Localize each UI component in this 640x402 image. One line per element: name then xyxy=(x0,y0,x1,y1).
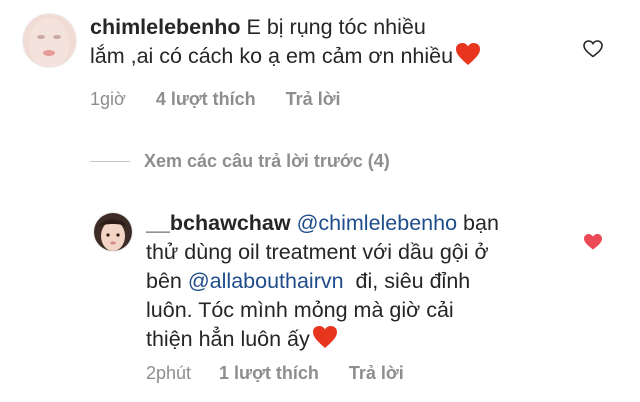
reply-line-2: thử dùng oil treatment với dầu gội ở xyxy=(146,240,489,264)
reply-mention-user[interactable]: @chimlelebenho xyxy=(297,211,457,235)
reply-text-part3: đi, siêu đỉnh xyxy=(343,269,471,293)
red-heart-emoji-icon xyxy=(455,42,481,74)
reply-line-3: bên @allabouthairvn đi, siêu đỉnh xyxy=(146,267,566,296)
reply-likes-count[interactable]: 1 lượt thích xyxy=(219,363,319,384)
avatar-photo xyxy=(23,14,76,67)
replier-username[interactable]: __bchawchaw xyxy=(146,211,291,235)
liked-heart-icon[interactable] xyxy=(583,233,603,256)
reply-line-1: __bchawchaw @chimlelebenho bạn xyxy=(146,209,566,238)
view-previous-replies[interactable]: Xem các câu trả lời trước (4) xyxy=(90,151,390,172)
replier-avatar[interactable] xyxy=(93,212,133,252)
comment-body: chimlelebenho E bị rụng tóc nhiều lắm ,a… xyxy=(90,13,560,74)
comment-likes-count[interactable]: 4 lượt thích xyxy=(156,89,256,110)
comment-text-part1: E bị rụng tóc nhiều xyxy=(246,15,426,39)
reply-text-part4: thiện hẳn luôn ấy xyxy=(146,327,310,351)
comment-time: 1giờ xyxy=(90,89,126,109)
comment-meta: 1giờ 4 lượt thích Trả lời xyxy=(90,89,341,110)
comment-text-part2: lắm ,ai có cách ko ạ em cảm ơn nhiều xyxy=(90,44,454,68)
reply-time: 2phút xyxy=(146,363,192,383)
commenter-avatar[interactable] xyxy=(22,13,77,68)
reply-body: __bchawchaw @chimlelebenho bạn thử dùng … xyxy=(146,209,566,357)
reply-reply-button[interactable]: Trả lời xyxy=(349,363,404,384)
reply-line-4: luôn. Tóc mình mỏng mà giờ cải xyxy=(146,298,454,322)
replies-divider-line xyxy=(90,161,130,162)
reply-mention-brand[interactable]: @allabouthairvn xyxy=(188,269,344,293)
like-heart-icon[interactable] xyxy=(583,40,603,63)
comment-line-1: chimlelebenho E bị rụng tóc nhiều xyxy=(90,13,560,42)
view-replies-label: Xem các câu trả lời trước (4) xyxy=(144,151,390,171)
red-heart-emoji-icon xyxy=(312,325,338,357)
reply-line-5: thiện hẳn luôn ấy xyxy=(146,325,566,357)
reply-meta: 2phút 1 lượt thích Trả lời xyxy=(146,363,404,384)
reply-text-part1: bạn xyxy=(457,211,499,235)
comment-line-2: lắm ,ai có cách ko ạ em cảm ơn nhiều xyxy=(90,42,560,74)
reply-text-part2: bên xyxy=(146,269,188,293)
avatar-photo xyxy=(94,213,132,251)
commenter-username[interactable]: chimlelebenho xyxy=(90,15,241,39)
comment-reply-button[interactable]: Trả lời xyxy=(286,89,341,110)
